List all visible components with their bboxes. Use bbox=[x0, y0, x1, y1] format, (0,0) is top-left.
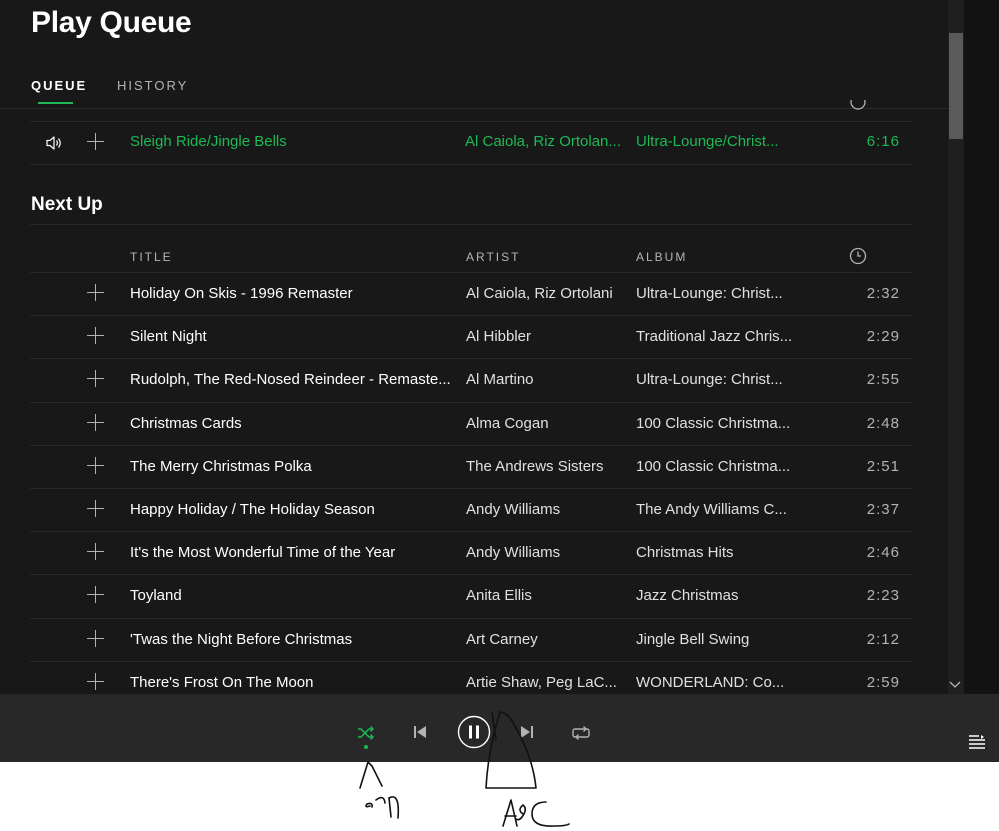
track-artist[interactable]: The Andrews Sisters bbox=[466, 458, 624, 475]
column-header-album[interactable]: ALBUM bbox=[636, 250, 687, 264]
track-album[interactable]: The Andy Williams C... bbox=[636, 501, 806, 518]
track-title[interactable]: 'Twas the Night Before Christmas bbox=[130, 631, 455, 648]
chevron-down-icon[interactable] bbox=[948, 678, 962, 692]
add-to-playlist-icon[interactable] bbox=[87, 543, 104, 560]
active-tab-indicator bbox=[38, 102, 73, 104]
track-album[interactable]: Jazz Christmas bbox=[636, 587, 806, 604]
track-row[interactable]: Holiday On Skis - 1996 Remaster Al Caiola… bbox=[30, 273, 912, 316]
player-bar bbox=[0, 694, 999, 762]
track-title[interactable]: Toyland bbox=[130, 587, 455, 604]
track-row[interactable]: The Merry Christmas Polka The Andrews Sis… bbox=[30, 446, 912, 489]
shuffle-active-dot bbox=[364, 745, 368, 749]
scrollbar-thumb[interactable] bbox=[949, 33, 963, 139]
add-to-playlist-icon[interactable] bbox=[87, 284, 104, 301]
track-album[interactable]: Traditional Jazz Chris... bbox=[636, 328, 806, 345]
track-artist[interactable]: Al Martino bbox=[466, 371, 624, 388]
now-playing-duration: 6:16 bbox=[866, 133, 900, 150]
section-divider bbox=[30, 224, 912, 225]
track-artist[interactable]: Andy Williams bbox=[466, 501, 624, 518]
track-album[interactable]: Jingle Bell Swing bbox=[636, 631, 806, 648]
track-row[interactable]: It's the Most Wonderful Time of the Year… bbox=[30, 532, 912, 575]
previous-icon[interactable] bbox=[413, 725, 427, 739]
track-artist[interactable]: Al Caiola, Riz Ortolani bbox=[466, 285, 624, 302]
track-row[interactable]: Toyland Anita Ellis Jazz Christmas 2:23 bbox=[30, 575, 912, 618]
now-playing-album[interactable]: Ultra-Lounge/Christ... bbox=[636, 133, 806, 150]
add-to-playlist-icon[interactable] bbox=[87, 133, 104, 150]
add-to-playlist-icon[interactable] bbox=[87, 673, 104, 690]
track-title[interactable]: Holiday On Skis - 1996 Remaster bbox=[130, 285, 455, 302]
track-title[interactable]: Happy Holiday / The Holiday Season bbox=[130, 501, 455, 518]
track-row[interactable]: Christmas Cards Alma Cogan 100 Classic Chr… bbox=[30, 403, 912, 446]
track-duration: 2:48 bbox=[866, 415, 900, 432]
track-title[interactable]: There's Frost On The Moon bbox=[130, 674, 455, 691]
track-artist[interactable]: Andy Williams bbox=[466, 544, 624, 561]
track-album[interactable]: Ultra-Lounge: Christ... bbox=[636, 285, 806, 302]
tab-history[interactable]: HISTORY bbox=[117, 78, 188, 93]
next-up-heading: Next Up bbox=[31, 194, 103, 215]
track-artist[interactable]: Alma Cogan bbox=[466, 415, 624, 432]
page-title: Play Queue bbox=[31, 6, 192, 39]
track-artist[interactable]: Anita Ellis bbox=[466, 587, 624, 604]
track-row[interactable]: There's Frost On The Moon Artie Shaw, Peg… bbox=[30, 662, 912, 694]
now-playing-row[interactable]: Sleigh Ride/Jingle Bells Al Caiola, Riz … bbox=[30, 122, 912, 164]
queue-icon[interactable] bbox=[968, 734, 986, 750]
track-duration: 2:23 bbox=[866, 587, 900, 604]
track-album[interactable]: Ultra-Lounge: Christ... bbox=[636, 371, 806, 388]
add-to-playlist-icon[interactable] bbox=[87, 414, 104, 431]
next-icon[interactable] bbox=[520, 725, 534, 739]
track-artist[interactable]: Artie Shaw, Peg LaC... bbox=[466, 674, 624, 691]
column-header-artist[interactable]: ARTIST bbox=[466, 250, 520, 264]
add-to-playlist-icon[interactable] bbox=[87, 586, 104, 603]
track-title[interactable]: Rudolph, The Red-Nosed Reindeer - Remast… bbox=[130, 371, 455, 388]
track-duration: 2:12 bbox=[866, 631, 900, 648]
tab-queue[interactable]: QUEUE bbox=[31, 78, 87, 93]
track-title[interactable]: Silent Night bbox=[130, 328, 455, 345]
column-header-title[interactable]: TITLE bbox=[130, 250, 173, 264]
track-artist[interactable]: Al Hibbler bbox=[466, 328, 624, 345]
add-to-playlist-icon[interactable] bbox=[87, 630, 104, 647]
track-album[interactable]: WONDERLAND: Co... bbox=[636, 674, 806, 691]
repeat-icon[interactable] bbox=[572, 725, 590, 741]
tabs-divider bbox=[0, 108, 948, 109]
shuffle-icon[interactable] bbox=[357, 725, 375, 741]
track-album[interactable]: 100 Classic Christma... bbox=[636, 458, 806, 475]
track-title[interactable]: The Merry Christmas Polka bbox=[130, 458, 455, 475]
duration-clock-icon[interactable] bbox=[849, 247, 867, 265]
clock-icon bbox=[850, 100, 866, 110]
track-row[interactable]: Happy Holiday / The Holiday Season Andy W… bbox=[30, 489, 912, 532]
track-duration: 2:37 bbox=[866, 501, 900, 518]
speaker-icon bbox=[46, 136, 61, 150]
queue-panel: Play Queue QUEUE HISTORY Sleigh Ride/Jin… bbox=[0, 0, 948, 694]
track-row[interactable]: Silent Night Al Hibbler Traditional Jazz C… bbox=[30, 316, 912, 359]
app-window: Play Queue QUEUE HISTORY Sleigh Ride/Jin… bbox=[0, 0, 999, 762]
track-artist[interactable]: Art Carney bbox=[466, 631, 624, 648]
right-panel-edge bbox=[964, 0, 999, 694]
pause-icon[interactable] bbox=[457, 715, 491, 749]
track-duration: 2:59 bbox=[866, 674, 900, 691]
track-duration: 2:51 bbox=[866, 458, 900, 475]
track-row[interactable]: Rudolph, The Red-Nosed Reindeer - Remast… bbox=[30, 359, 912, 402]
track-title[interactable]: Christmas Cards bbox=[130, 415, 455, 432]
now-playing-title[interactable]: Sleigh Ride/Jingle Bells bbox=[130, 133, 450, 150]
add-to-playlist-icon[interactable] bbox=[87, 327, 104, 344]
add-to-playlist-icon[interactable] bbox=[87, 457, 104, 474]
track-album[interactable]: 100 Classic Christma... bbox=[636, 415, 806, 432]
track-duration: 2:46 bbox=[866, 544, 900, 561]
add-to-playlist-icon[interactable] bbox=[87, 500, 104, 517]
add-to-playlist-icon[interactable] bbox=[87, 370, 104, 387]
track-album[interactable]: Christmas Hits bbox=[636, 544, 806, 561]
track-row[interactable]: 'Twas the Night Before Christmas Art Carn… bbox=[30, 619, 912, 662]
track-title[interactable]: It's the Most Wonderful Time of the Year bbox=[130, 544, 455, 561]
track-duration: 2:32 bbox=[866, 285, 900, 302]
track-duration: 2:55 bbox=[866, 371, 900, 388]
track-duration: 2:29 bbox=[866, 328, 900, 345]
now-playing-artist[interactable]: Al Caiola, Riz Ortolan... bbox=[465, 133, 627, 150]
row-divider bbox=[30, 164, 912, 165]
